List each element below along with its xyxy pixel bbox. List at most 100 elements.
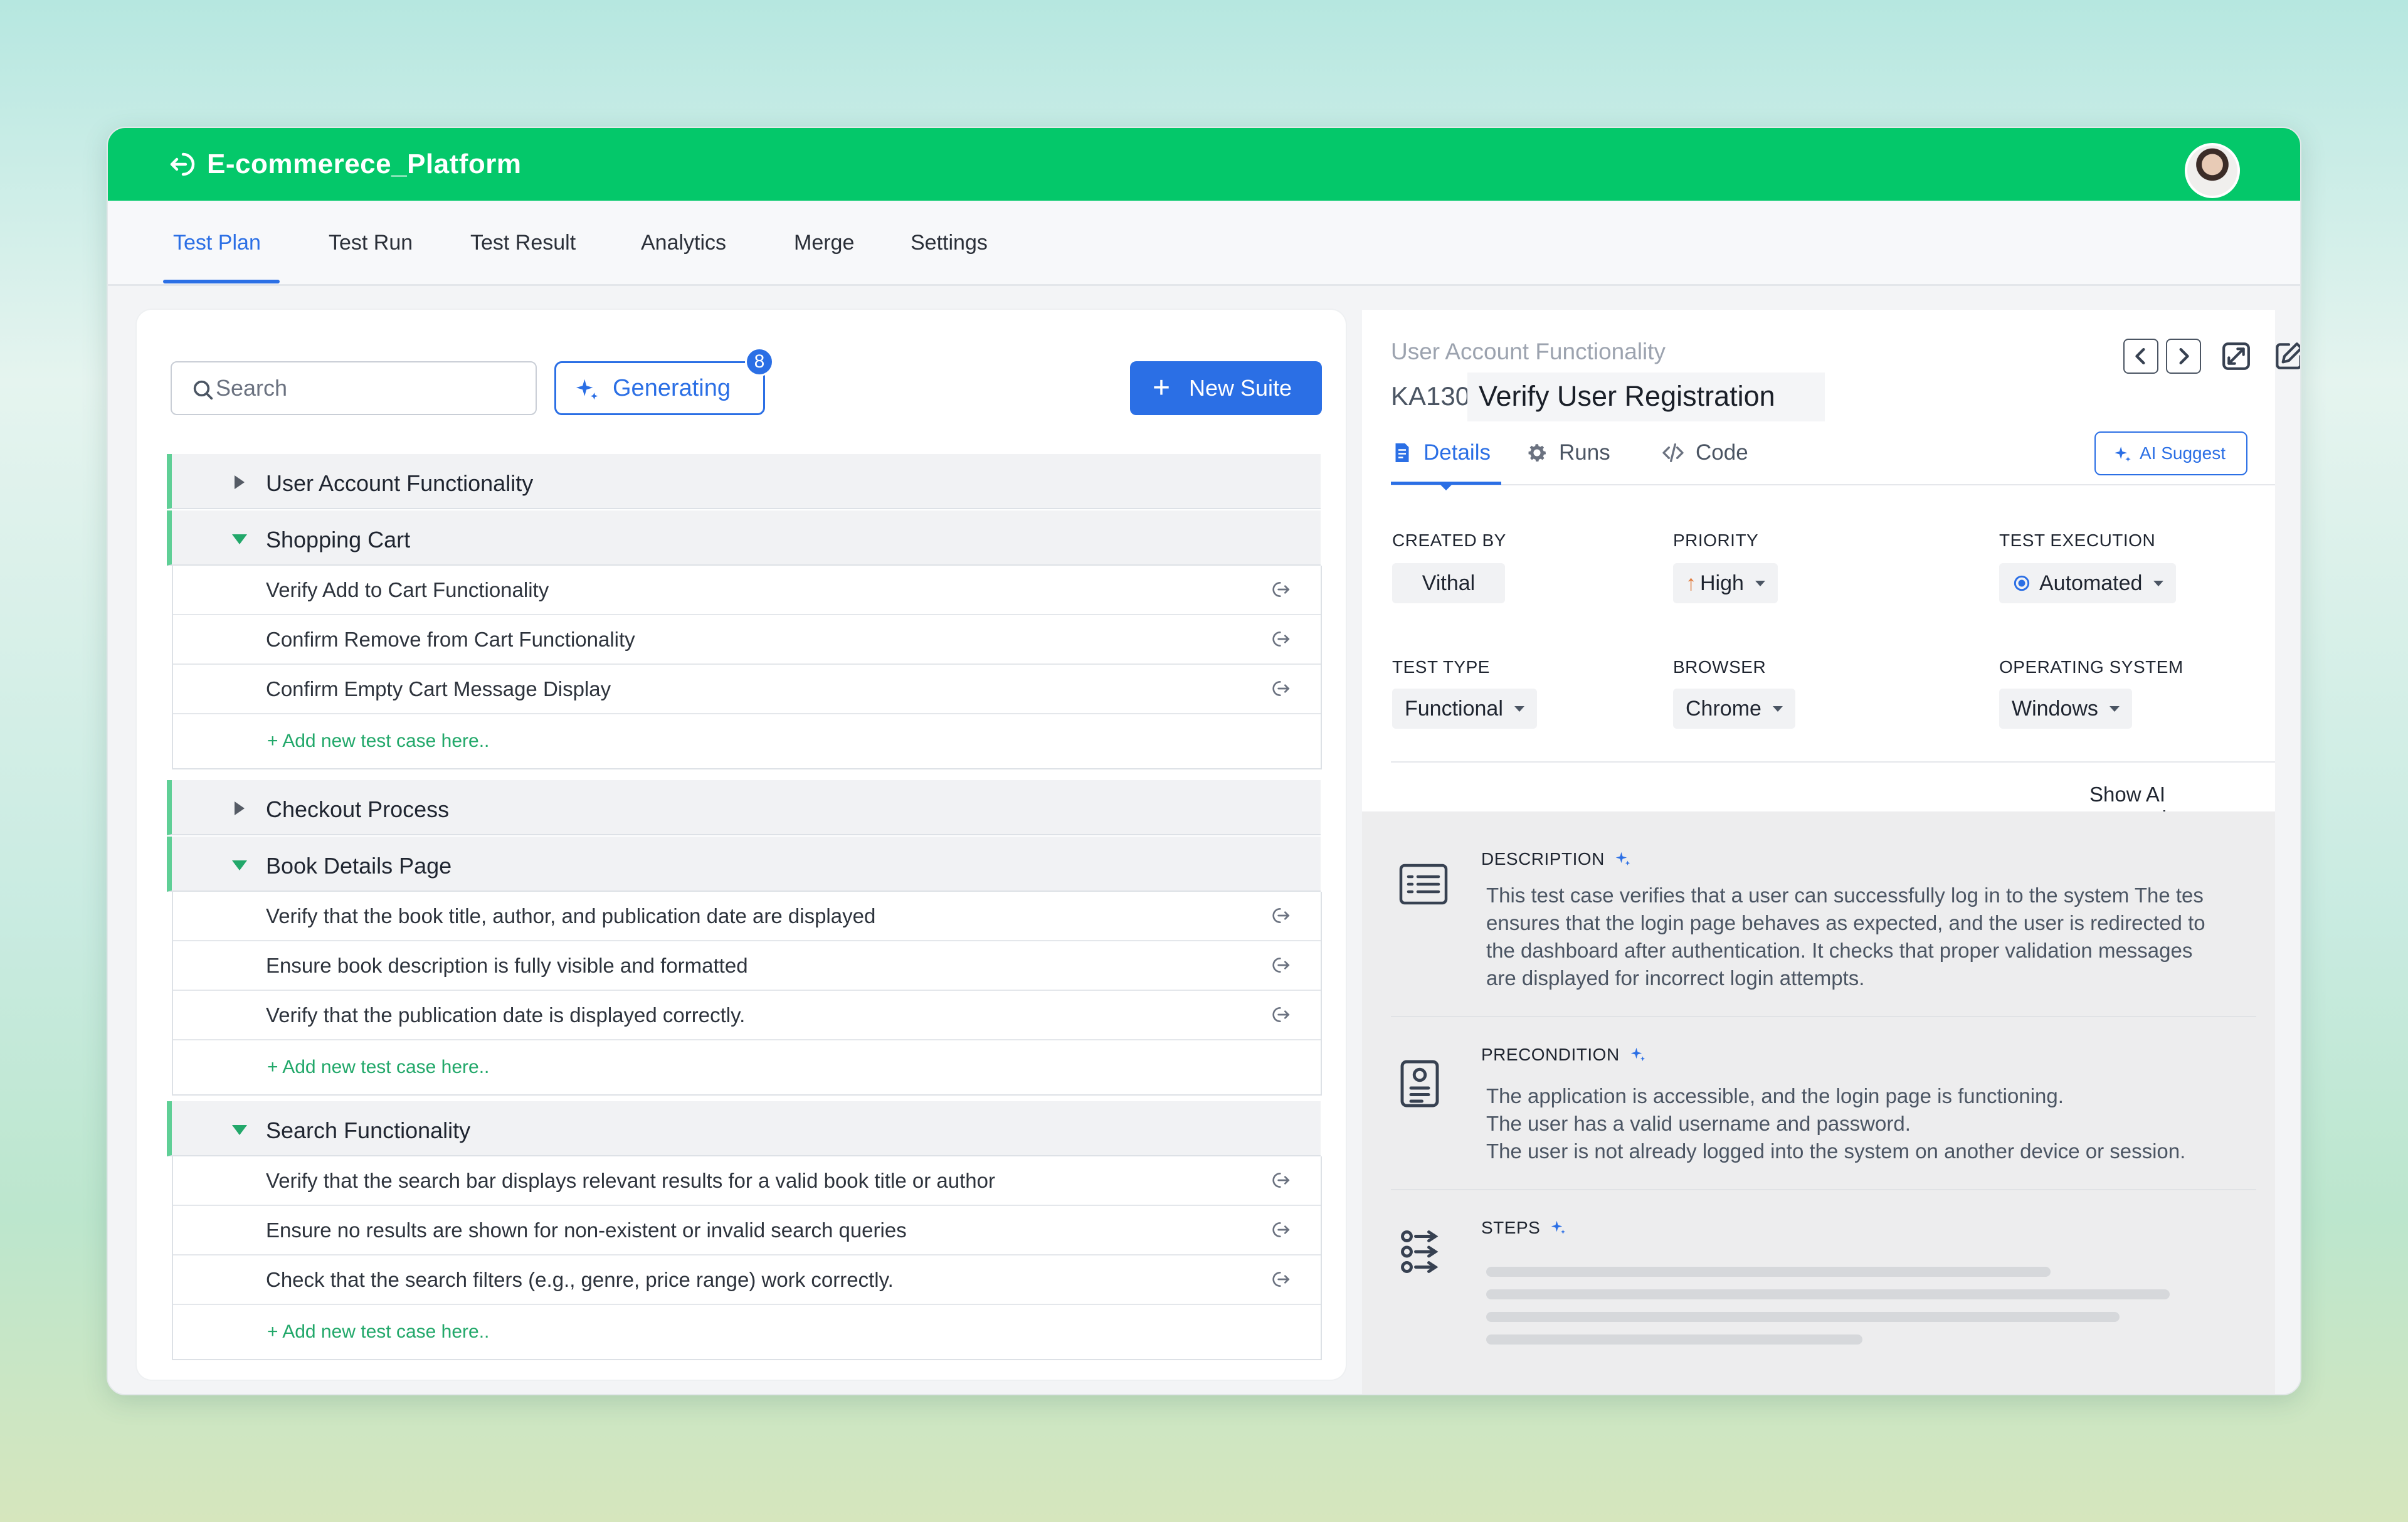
test-case-title[interactable]: Verify User Registration <box>1479 380 1775 413</box>
test-case-title: Verify that the search bar displays rele… <box>266 1169 995 1192</box>
os-dropdown[interactable]: Windows <box>1999 689 2132 729</box>
test-case-row[interactable]: Verify that the search bar displays rele… <box>173 1156 1321 1206</box>
loading-skeleton-line <box>1486 1267 2051 1277</box>
edit-icon[interactable] <box>2271 339 2301 374</box>
tab-test-run[interactable]: Test Run <box>329 231 413 255</box>
breadcrumb[interactable]: User Account Functionality <box>1391 339 1666 365</box>
created-by-label: CREATED BY <box>1392 531 1506 550</box>
app-title: E-commerece_Platform <box>207 149 522 179</box>
tab-label: Code <box>1696 440 1748 465</box>
description-line: ensures that the login page behaves as e… <box>1486 911 2205 934</box>
open-case-icon[interactable] <box>1272 1005 1292 1025</box>
previous-icon[interactable] <box>2123 339 2158 374</box>
active-tab-indicator <box>163 280 280 283</box>
test-type-dropdown[interactable]: Functional <box>1392 689 1537 729</box>
user-avatar[interactable] <box>2185 143 2240 198</box>
generating-button[interactable]: Generating <box>554 361 765 415</box>
tab-analytics[interactable]: Analytics <box>641 231 726 255</box>
browser-label: BROWSER <box>1673 657 1766 677</box>
search-icon <box>193 380 213 400</box>
search-input[interactable]: Search <box>171 361 537 415</box>
sparkle-icon <box>1615 852 1630 865</box>
chevron-down-icon <box>1772 706 1783 712</box>
tab-settings[interactable]: Settings <box>911 231 988 255</box>
precondition-line: The user has a valid username and passwo… <box>1486 1112 1911 1135</box>
open-case-icon[interactable] <box>1272 1220 1292 1240</box>
expand-arrow-icon[interactable] <box>235 475 245 489</box>
back-icon[interactable] <box>166 149 196 179</box>
ai-suggest-label: AI Suggest <box>2140 443 2226 463</box>
list-document-icon <box>1399 864 1448 905</box>
expand-icon[interactable] <box>2219 339 2254 374</box>
tab-code[interactable]: Code <box>1661 440 1748 465</box>
test-case-row[interactable]: Verify Add to Cart Functionality <box>173 566 1321 615</box>
tab-details[interactable]: Details <box>1391 440 1491 465</box>
add-test-case-link[interactable]: + Add new test case here.. <box>173 1040 1321 1094</box>
chevron-down-icon <box>2153 580 2164 586</box>
tab-runs[interactable]: Runs <box>1525 440 1610 465</box>
created-by-text: Vithal <box>1422 571 1476 595</box>
open-case-icon[interactable] <box>1272 579 1292 600</box>
precondition-line: The user is not already logged into the … <box>1486 1139 2186 1163</box>
browser-dropdown[interactable]: Chrome <box>1673 689 1795 729</box>
priority-value: High <box>1700 571 1744 595</box>
open-case-icon[interactable] <box>1272 1269 1292 1289</box>
test-case-title: Verify that the publication date is disp… <box>266 1003 746 1027</box>
suite-book-details[interactable]: Book Details Page <box>167 837 1321 892</box>
suite-name: User Account Functionality <box>266 470 534 496</box>
tab-test-result[interactable]: Test Result <box>470 231 576 255</box>
loading-skeleton-line <box>1486 1312 2120 1322</box>
priority-dropdown[interactable]: ↑ High <box>1673 563 1778 603</box>
precondition-text[interactable]: The application is accessible, and the l… <box>1486 1082 2251 1165</box>
open-case-icon[interactable] <box>1272 679 1292 699</box>
open-case-icon[interactable] <box>1272 629 1292 649</box>
test-case-row[interactable]: Confirm Empty Cart Message Display <box>173 665 1321 714</box>
collapse-arrow-icon[interactable] <box>232 1125 247 1135</box>
test-case-row[interactable]: Verify that the book title, author, and … <box>173 892 1321 941</box>
main-nav: Test Plan Test Run Test Result Analytics… <box>108 201 2300 286</box>
test-case-row[interactable]: Verify that the publication date is disp… <box>173 991 1321 1040</box>
ai-suggest-button[interactable]: AI Suggest <box>2094 431 2247 475</box>
open-case-icon[interactable] <box>1272 955 1292 975</box>
open-case-icon[interactable] <box>1272 906 1292 926</box>
open-case-icon[interactable] <box>1272 1170 1292 1190</box>
priority-label: PRIORITY <box>1673 531 1759 550</box>
test-case-title: Verify that the book title, author, and … <box>266 904 876 927</box>
test-execution-label: TEST EXECUTION <box>1999 531 2156 550</box>
suite-search[interactable]: Search Functionality <box>167 1101 1321 1156</box>
suite-checkout[interactable]: Checkout Process <box>167 780 1321 835</box>
description-line: the dashboard after authentication. It c… <box>1486 939 2193 962</box>
suite-list-panel: Search Generating 8 + New Suite User Acc… <box>137 310 1346 1380</box>
steps-icon <box>1401 1230 1439 1273</box>
test-execution-dropdown[interactable]: Automated <box>1999 563 2177 603</box>
arrow-up-icon: ↑ <box>1686 571 1696 595</box>
suite-shopping-cart[interactable]: Shopping Cart <box>167 510 1321 566</box>
app-window: E-commerece_Platform Test Plan Test Run … <box>107 127 2301 1395</box>
new-suite-button[interactable]: + New Suite <box>1130 361 1322 415</box>
tab-label: Details <box>1423 440 1491 465</box>
tab-test-plan[interactable]: Test Plan <box>173 231 261 255</box>
test-case-row[interactable]: Ensure no results are shown for non-exis… <box>173 1206 1321 1255</box>
add-test-case-link[interactable]: + Add new test case here.. <box>173 1305 1321 1359</box>
add-test-case-link[interactable]: + Add new test case here.. <box>173 714 1321 768</box>
sparkle-icon <box>1630 1047 1645 1061</box>
active-tab-caret <box>1440 484 1452 490</box>
test-case-row[interactable]: Ensure book description is fully visible… <box>173 941 1321 991</box>
test-case-row[interactable]: Check that the search filters (e.g., gen… <box>173 1255 1321 1305</box>
suite-user-account[interactable]: User Account Functionality <box>167 454 1321 509</box>
collapse-arrow-icon[interactable] <box>232 860 247 870</box>
next-icon[interactable] <box>2166 339 2201 374</box>
description-line: This test case verifies that a user can … <box>1486 884 2204 907</box>
chevron-down-icon <box>1755 580 1765 586</box>
test-case-detail-panel: User Account Functionality KA130 Verify … <box>1362 310 2300 1394</box>
description-line: are displayed for incorrect login attemp… <box>1486 966 1865 990</box>
settings-document-icon <box>1400 1060 1439 1107</box>
os-value: Windows <box>2012 696 2098 721</box>
description-text[interactable]: This test case verifies that a user can … <box>1486 882 2251 992</box>
collapse-arrow-icon[interactable] <box>232 534 247 544</box>
tab-merge[interactable]: Merge <box>794 231 854 255</box>
test-execution-value: Automated <box>2039 571 2143 595</box>
test-case-row[interactable]: Confirm Remove from Cart Functionality <box>173 615 1321 665</box>
case-list: Verify that the book title, author, and … <box>172 892 1322 1096</box>
expand-arrow-icon[interactable] <box>235 801 245 815</box>
